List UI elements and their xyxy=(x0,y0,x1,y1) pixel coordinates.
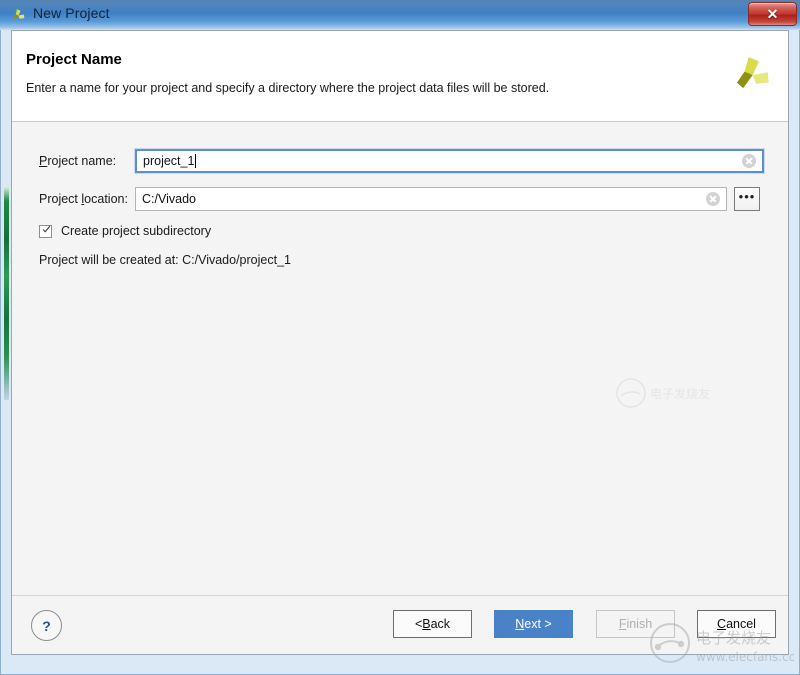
cancel-button-mnemonic: C xyxy=(717,617,726,631)
clear-circle-icon[interactable] xyxy=(742,154,756,168)
dialog-footer: ? < Back Next > Finish Cancel xyxy=(12,596,788,654)
project-location-label: Project location: xyxy=(39,192,135,206)
browse-button[interactable]: ••• xyxy=(734,187,760,211)
text-caret xyxy=(195,154,196,168)
project-name-input[interactable]: project_1 xyxy=(135,149,764,173)
cancel-button-post: ancel xyxy=(726,617,756,631)
close-button[interactable]: ✕ xyxy=(748,2,797,26)
project-name-label-text: roject name: xyxy=(47,154,116,168)
page-title: Project Name xyxy=(26,51,122,68)
finish-button-mnemonic: F xyxy=(619,617,627,631)
project-name-value: project_1 xyxy=(137,154,194,168)
background-window-strip xyxy=(4,186,9,400)
titlebar-sheen xyxy=(0,0,800,14)
dialog-body: Project Name Enter a name for your proje… xyxy=(11,30,789,655)
help-button[interactable]: ? xyxy=(31,610,62,641)
finish-button-post: inish xyxy=(626,617,652,631)
back-button-mnemonic: B xyxy=(422,617,430,631)
dialog-header: Project Name Enter a name for your proje… xyxy=(12,31,788,122)
xilinx-pinwheel-logo xyxy=(728,53,772,97)
page-subtitle: Enter a name for your project and specif… xyxy=(26,81,549,95)
finish-button: Finish xyxy=(596,610,675,638)
back-button-post: ack xyxy=(431,617,450,631)
check-mark-icon xyxy=(42,225,51,234)
project-location-label-pre: Project xyxy=(39,192,81,206)
project-location-label-post: ocation: xyxy=(84,192,128,206)
project-path-info-row: Project will be created at: C:/Vivado/pr… xyxy=(39,253,291,267)
project-name-row: Project name: project_1 xyxy=(39,149,764,173)
project-path-info: Project will be created at: C:/Vivado/pr… xyxy=(39,253,291,267)
create-subdirectory-label[interactable]: Create project subdirectory xyxy=(61,224,211,238)
project-location-row: Project location: C:/Vivado ••• xyxy=(39,187,760,211)
new-project-dialog-window: New Project ✕ Project Name Enter a name … xyxy=(0,0,800,675)
titlebar: New Project ✕ xyxy=(0,0,800,30)
dialog-content: Project name: project_1 Project location… xyxy=(12,122,788,596)
cancel-button[interactable]: Cancel xyxy=(697,610,776,638)
create-subdirectory-checkbox[interactable] xyxy=(39,225,52,238)
clear-circle-icon[interactable] xyxy=(706,192,720,206)
close-icon: ✕ xyxy=(749,3,796,25)
create-subdirectory-row: Create project subdirectory xyxy=(39,224,211,238)
window-title: New Project xyxy=(33,5,110,21)
back-button-pre: < xyxy=(415,617,422,631)
back-button[interactable]: < Back xyxy=(393,610,472,638)
vivado-pinwheel-icon xyxy=(10,7,27,24)
project-location-input[interactable]: C:/Vivado xyxy=(135,187,727,211)
next-button-post: ext > xyxy=(524,617,551,631)
project-name-label: Project name: xyxy=(39,154,135,168)
next-button[interactable]: Next > xyxy=(494,610,573,638)
project-location-value: C:/Vivado xyxy=(136,192,196,206)
next-button-mnemonic: N xyxy=(515,617,524,631)
